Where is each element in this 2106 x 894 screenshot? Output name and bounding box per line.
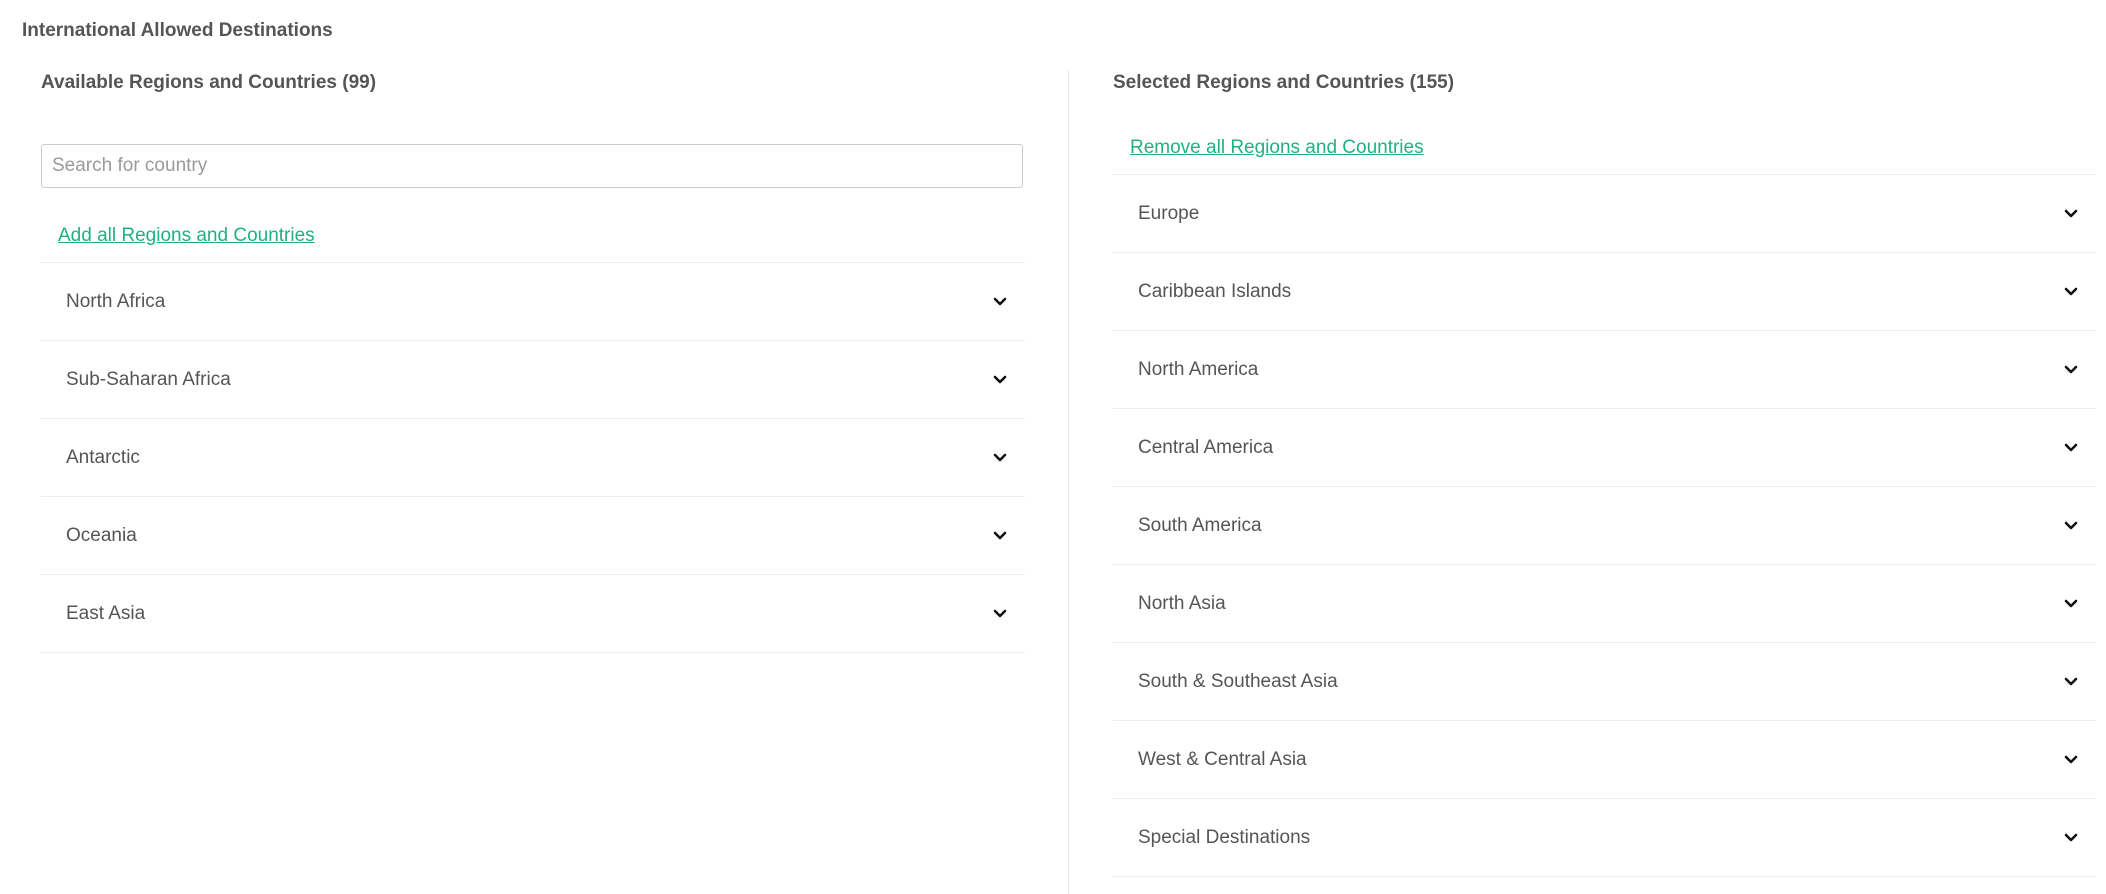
region-name: North America	[1138, 358, 1259, 380]
chevron-down-icon[interactable]	[993, 451, 1007, 465]
chevron-down-icon[interactable]	[2064, 519, 2078, 533]
region-name: Sub-Saharan Africa	[66, 368, 231, 390]
region-item[interactable]: Central America	[1113, 409, 2096, 487]
region-name: North Asia	[1138, 592, 1226, 614]
region-name: Oceania	[66, 524, 137, 546]
chevron-down-icon[interactable]	[2064, 675, 2078, 689]
region-item[interactable]: South America	[1113, 487, 2096, 565]
region-name: Special Destinations	[1138, 826, 1311, 848]
region-item[interactable]: Sub-Saharan Africa	[41, 341, 1025, 419]
chevron-down-icon[interactable]	[993, 607, 1007, 621]
chevron-down-icon[interactable]	[2064, 753, 2078, 767]
region-name: Central America	[1138, 436, 1274, 458]
region-name: Caribbean Islands	[1138, 280, 1292, 302]
chevron-down-icon[interactable]	[993, 529, 1007, 543]
selected-region-list: Europe Caribbean Islands North America C…	[1113, 174, 2096, 877]
region-name: West & Central Asia	[1138, 748, 1307, 770]
region-name: South & Southeast Asia	[1138, 670, 1338, 692]
chevron-down-icon[interactable]	[2064, 207, 2078, 221]
region-item[interactable]: Special Destinations	[1113, 799, 2096, 877]
selected-heading: Selected Regions and Countries (155)	[1113, 72, 1455, 93]
available-heading: Available Regions and Countries (99)	[41, 72, 377, 93]
region-item[interactable]: North Africa	[41, 263, 1025, 341]
region-name: South America	[1138, 514, 1262, 536]
region-item[interactable]: Caribbean Islands	[1113, 253, 2096, 331]
chevron-down-icon[interactable]	[993, 373, 1007, 387]
remove-all-link[interactable]: Remove all Regions and Countries	[1130, 136, 1424, 160]
add-all-link[interactable]: Add all Regions and Countries	[58, 224, 315, 248]
region-item[interactable]: West & Central Asia	[1113, 721, 2096, 799]
chevron-down-icon[interactable]	[2064, 831, 2078, 845]
chevron-down-icon[interactable]	[2064, 441, 2078, 455]
chevron-down-icon[interactable]	[2064, 363, 2078, 377]
region-item[interactable]: Europe	[1113, 175, 2096, 253]
region-item[interactable]: Antarctic	[41, 419, 1025, 497]
region-name: North Africa	[66, 290, 166, 312]
search-input[interactable]	[41, 144, 1023, 188]
region-item[interactable]: East Asia	[41, 575, 1025, 653]
region-name: Antarctic	[66, 446, 140, 468]
region-name: Europe	[1138, 202, 1200, 224]
available-panel: Available Regions and Countries (99) Add…	[41, 70, 1025, 653]
chevron-down-icon[interactable]	[993, 295, 1007, 309]
region-item[interactable]: Oceania	[41, 497, 1025, 575]
region-item[interactable]: North America	[1113, 331, 2096, 409]
region-name: East Asia	[66, 602, 146, 624]
region-item[interactable]: North Asia	[1113, 565, 2096, 643]
page-title: International Allowed Destinations	[22, 20, 333, 41]
chevron-down-icon[interactable]	[2064, 597, 2078, 611]
selected-panel: Selected Regions and Countries (155) Rem…	[1113, 70, 2096, 877]
region-item[interactable]: South & Southeast Asia	[1113, 643, 2096, 721]
available-region-list: North Africa Sub-Saharan Africa Antarcti…	[41, 262, 1025, 653]
chevron-down-icon[interactable]	[2064, 285, 2078, 299]
panel-divider	[1068, 70, 1069, 894]
